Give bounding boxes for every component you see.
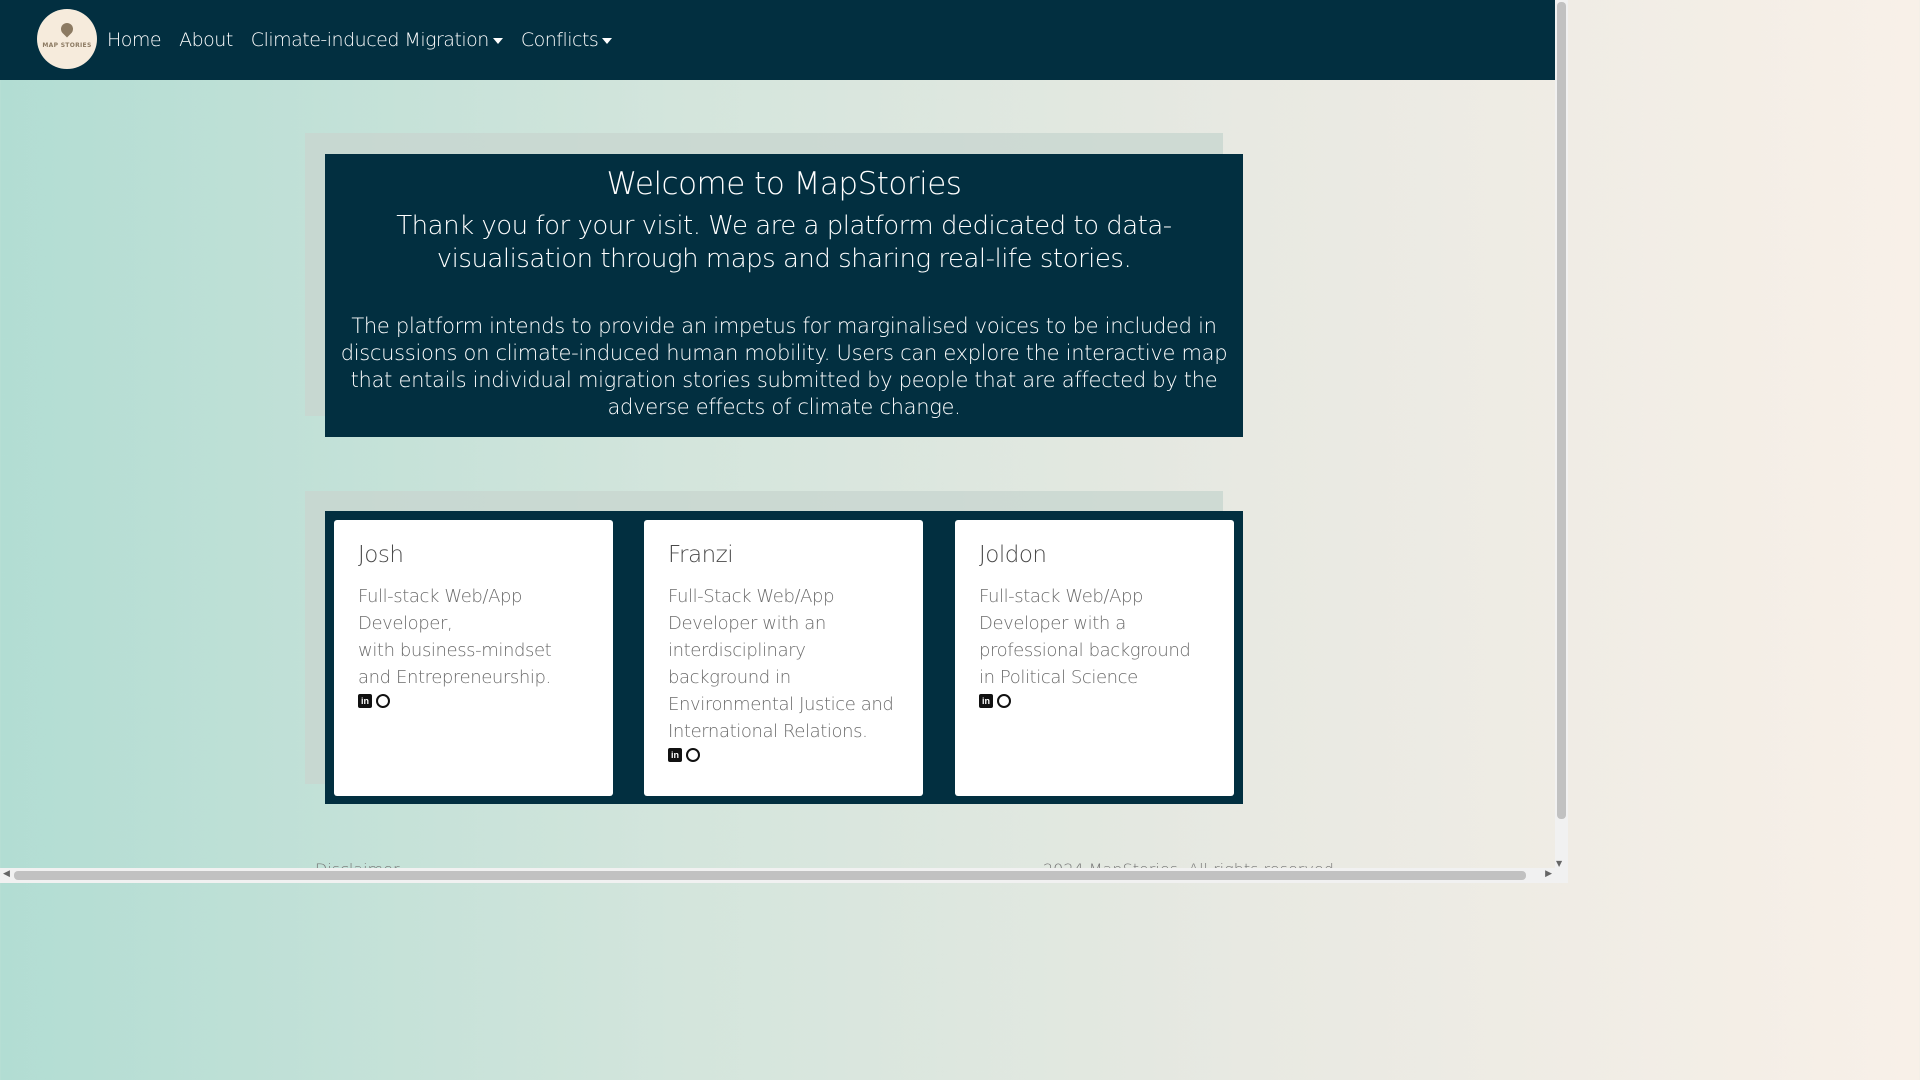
team-member-name: Franzi [668, 542, 734, 568]
team-member-name: Josh [358, 542, 404, 568]
welcome-body: The platform intends to provide an impet… [340, 314, 1228, 419]
horizontal-scrollbar[interactable]: ◀ ▶ [0, 868, 1555, 883]
navbar: MAP STORIES Home About Climate-induced M… [0, 0, 1555, 80]
scroll-down-arrow-icon[interactable]: ▼ [1556, 859, 1562, 868]
team-member-description: Full-Stack Web/App Developer with an int… [668, 586, 894, 742]
welcome-panel: Welcome to MapStories Thank you for your… [325, 154, 1243, 437]
mapstories-logo[interactable]: MAP STORIES [37, 9, 97, 69]
linkedin-icon[interactable]: in [979, 694, 993, 708]
nav-about-link[interactable]: About [179, 29, 233, 51]
github-icon[interactable] [997, 694, 1011, 708]
logo-text: MAP STORIES [42, 42, 92, 49]
github-icon[interactable] [686, 748, 700, 762]
nav-climate-migration-dropdown[interactable]: Climate-induced Migration [251, 29, 503, 51]
nav-conflicts-dropdown[interactable]: Conflicts [521, 29, 613, 51]
welcome-subtitle: Thank you for your visit. We are a platf… [396, 211, 1172, 274]
team-card-joldon: Joldon Full-stack Web/App Developer with… [955, 520, 1234, 796]
team-card-josh: Josh Full-stack Web/App Developer, with … [334, 520, 613, 796]
scroll-left-arrow-icon[interactable]: ◀ [3, 869, 10, 879]
team-member-description: Full-stack Web/App Developer with a prof… [979, 586, 1191, 688]
nav-home-link[interactable]: Home [107, 29, 162, 51]
nav-links: Home About Climate-induced Migration Con… [107, 0, 613, 80]
team-card-franzi: Franzi Full-Stack Web/App Developer with… [644, 520, 923, 796]
caret-down-icon [602, 38, 613, 44]
map-pin-icon [58, 20, 76, 38]
team-member-description: Full-stack Web/App Developer, with busin… [358, 586, 552, 688]
vertical-scrollbar[interactable]: ▼ [1555, 0, 1568, 883]
scroll-right-arrow-icon[interactable]: ▶ [1545, 869, 1552, 879]
team-panel: Josh Full-stack Web/App Developer, with … [325, 511, 1243, 804]
vertical-scroll-thumb[interactable] [1557, 2, 1566, 819]
horizontal-scroll-thumb[interactable] [14, 871, 1526, 880]
team-member-name: Joldon [979, 542, 1047, 568]
github-icon[interactable] [376, 694, 390, 708]
welcome-title: Welcome to MapStories [606, 166, 962, 202]
linkedin-icon[interactable]: in [668, 748, 682, 762]
caret-down-icon [492, 38, 503, 44]
linkedin-icon[interactable]: in [358, 694, 372, 708]
